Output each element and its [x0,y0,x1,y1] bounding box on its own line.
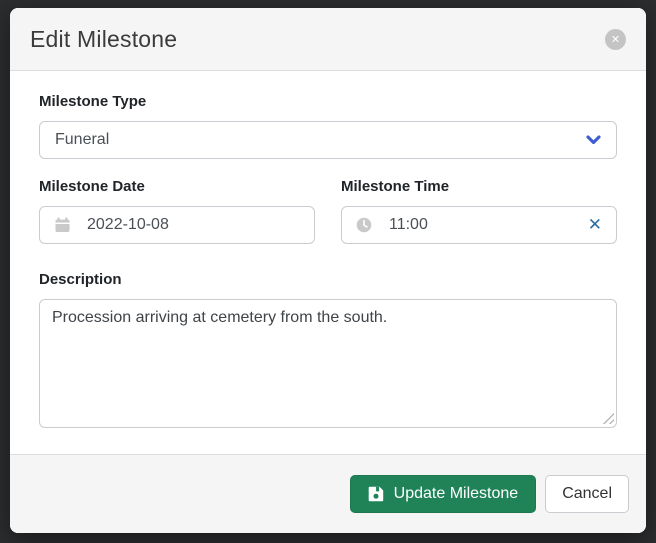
milestone-type-label: Milestone Type [39,93,617,110]
milestone-date-value: 2022-10-08 [87,216,169,234]
cancel-label: Cancel [562,485,612,503]
edit-milestone-modal: Edit Milestone ✕ Milestone Type Funeral … [10,8,646,533]
date-time-row: Milestone Date 2022-10-08 Milestone Time [39,178,617,244]
milestone-time-value: 11:00 [389,216,428,234]
milestone-date-group: Milestone Date 2022-10-08 [39,178,315,244]
description-textarea-wrap: Procession arriving at cemetery from the… [39,299,617,428]
milestone-time-group: Milestone Time 11:00 ✕ [341,178,617,244]
clock-icon [356,217,372,233]
milestone-time-input[interactable]: 11:00 ✕ [341,206,617,244]
milestone-type-select[interactable]: Funeral [39,121,617,159]
update-milestone-label: Update Milestone [394,485,519,503]
modal-title: Edit Milestone [30,26,177,53]
close-button[interactable]: ✕ [605,29,626,50]
calendar-icon [54,217,70,233]
modal-header: Edit Milestone ✕ [10,8,646,71]
milestone-type-group: Milestone Type Funeral [39,93,617,159]
description-textarea[interactable]: Procession arriving at cemetery from the… [39,299,617,428]
chevron-down-icon [585,132,601,148]
milestone-time-label: Milestone Time [341,178,617,195]
milestone-type-value: Funeral [55,131,109,149]
clear-time-button[interactable]: ✕ [588,217,602,234]
milestone-date-input[interactable]: 2022-10-08 [39,206,315,244]
milestone-date-label: Milestone Date [39,178,315,195]
cancel-button[interactable]: Cancel [545,475,629,513]
description-label: Description [39,271,617,288]
description-group: Description Procession arriving at cemet… [39,271,617,428]
close-icon: ✕ [611,34,620,45]
modal-footer: Update Milestone Cancel [10,454,646,533]
clear-x-icon: ✕ [588,215,602,235]
update-milestone-button[interactable]: Update Milestone [350,475,537,513]
modal-body: Milestone Type Funeral Milestone Date [10,71,646,454]
save-icon [368,486,384,502]
